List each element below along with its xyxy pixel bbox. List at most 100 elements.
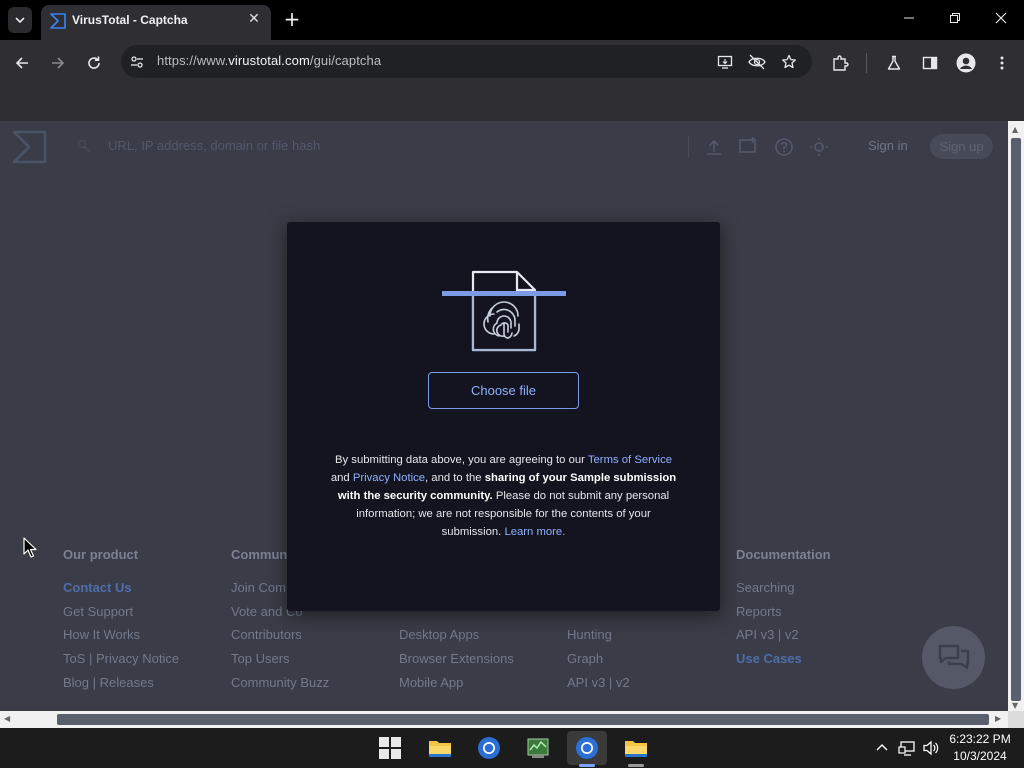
chrome-icon[interactable] — [477, 736, 501, 760]
clock-time: 6:23:22 PM — [949, 732, 1011, 746]
footer-link-desktop-apps[interactable]: Desktop Apps — [399, 626, 514, 650]
footer-heading: Documentation — [736, 547, 831, 562]
footer-link-tos[interactable]: ToS | Privacy Notice — [63, 650, 179, 674]
address-bar[interactable]: https://www.virustotal.com/gui/captcha — [121, 45, 812, 78]
file-explorer-icon[interactable] — [428, 736, 452, 760]
virustotal-favicon-icon — [50, 13, 66, 29]
windows-start-icon[interactable] — [379, 737, 401, 759]
upload-icon[interactable] — [703, 136, 725, 158]
footer-link-hunting[interactable]: Hunting — [567, 626, 630, 650]
footer-link-community-buzz[interactable]: Community Buzz — [231, 674, 329, 698]
install-app-icon[interactable] — [715, 52, 735, 72]
horizontal-scroll-thumb[interactable] — [57, 714, 989, 725]
search-icon: 🔍︎ — [76, 139, 92, 153]
footer-link-api-docs[interactable]: API v3 | v2 — [736, 626, 831, 650]
active-indicator — [579, 764, 595, 767]
footer-link-graph[interactable]: Graph — [567, 650, 630, 674]
search-input[interactable]: URL, IP address, domain or file hash — [108, 138, 320, 153]
back-button[interactable] — [10, 51, 34, 75]
network-icon[interactable] — [898, 740, 916, 756]
horizontal-scrollbar[interactable]: ◀ ▶ — [0, 711, 1008, 728]
learn-more-link[interactable]: Learn more. — [504, 526, 565, 538]
volume-icon[interactable] — [922, 740, 940, 756]
side-panel-button[interactable] — [918, 51, 942, 75]
footer-link-how-it-works[interactable]: How It Works — [63, 626, 179, 650]
tab-bar: VirusTotal - Captcha ✕ + — [0, 0, 1024, 40]
scroll-up-icon[interactable]: ▲ — [1012, 125, 1018, 134]
browser-toolbar: https://www.virustotal.com/gui/captcha — [0, 40, 1024, 86]
footer-link-get-support[interactable]: Get Support — [63, 603, 179, 627]
terms-of-service-link[interactable]: Terms of Service — [588, 454, 672, 466]
side-panel-icon — [922, 56, 938, 70]
sign-in-link[interactable]: Sign in — [868, 138, 908, 153]
footer-link-reports[interactable]: Reports — [736, 603, 831, 627]
chrome-active-icon[interactable] — [575, 736, 599, 760]
vertical-scrollbar[interactable]: ▲ ▼ — [1008, 121, 1024, 711]
footer-heading: Our product — [63, 547, 139, 562]
site-info-icon[interactable] — [127, 52, 147, 72]
chat-icon — [938, 644, 969, 669]
tab-search-button[interactable] — [8, 7, 32, 33]
restore-button[interactable] — [932, 6, 978, 34]
scroll-right-icon[interactable]: ▶ — [995, 714, 1001, 723]
footer-link-mobile-app[interactable]: Mobile App — [399, 674, 514, 698]
screen-search-icon[interactable] — [738, 136, 760, 158]
chevron-down-icon — [15, 17, 25, 24]
scroll-left-icon[interactable]: ◀ — [4, 714, 10, 723]
labs-button[interactable] — [882, 51, 906, 75]
minimize-button[interactable] — [886, 6, 932, 34]
tracking-protection-icon[interactable] — [747, 52, 767, 72]
active-tab[interactable]: VirusTotal - Captcha ✕ — [41, 5, 271, 40]
virustotal-logo-icon[interactable] — [12, 129, 48, 165]
arrow-right-icon — [52, 57, 65, 69]
choose-file-button[interactable]: Choose file — [428, 372, 579, 409]
footer-link-api[interactable]: API v3 | v2 — [567, 674, 630, 698]
theme-toggle-icon[interactable] — [808, 136, 830, 158]
star-icon[interactable] — [779, 52, 799, 72]
task-manager-icon[interactable] — [526, 736, 550, 760]
reload-icon — [88, 56, 100, 69]
flask-icon — [887, 55, 901, 70]
bookmark-bar — [0, 86, 1024, 121]
help-icon[interactable] — [773, 136, 795, 158]
privacy-notice-link[interactable]: Privacy Notice — [353, 472, 425, 484]
tab-close-icon[interactable]: ✕ — [245, 10, 263, 28]
puzzle-icon — [833, 55, 849, 71]
folder-icon[interactable] — [624, 736, 648, 760]
footer-column-our-product: Our product Contact Us Get Support How I… — [63, 547, 179, 697]
profile-button[interactable] — [954, 51, 978, 75]
kebab-menu-icon — [1000, 56, 1004, 70]
windows-taskbar: 6:23:22 PM 10/3/2024 — [0, 728, 1024, 768]
mouse-cursor-icon — [23, 537, 37, 558]
scrollbar-corner — [1008, 711, 1024, 728]
avatar-icon — [956, 53, 976, 73]
footer-link-contributors[interactable]: Contributors — [231, 626, 329, 650]
chevron-up-icon[interactable] — [876, 742, 888, 752]
restore-icon — [950, 13, 960, 23]
footer-link-use-cases[interactable]: Use Cases — [736, 650, 831, 674]
arrow-left-icon — [15, 57, 28, 69]
footer-link-contact-us[interactable]: Contact Us — [63, 579, 179, 603]
reload-button[interactable] — [82, 51, 106, 75]
vertical-scroll-thumb[interactable] — [1011, 138, 1021, 701]
tab-title: VirusTotal - Captcha — [72, 13, 188, 27]
extensions-button[interactable] — [828, 51, 852, 75]
captcha-upload-dialog: Choose file By submitting data above, yo… — [287, 222, 720, 611]
fingerprint-file-icon — [442, 270, 566, 352]
footer-link-browser-extensions[interactable]: Browser Extensions — [399, 650, 514, 674]
footer-link-searching[interactable]: Searching — [736, 579, 831, 603]
search-divider — [688, 136, 689, 158]
system-clock[interactable]: 6:23:22 PM 10/3/2024 — [940, 731, 1020, 765]
footer-link-top-users[interactable]: Top Users — [231, 650, 329, 674]
toolbar-divider — [866, 53, 867, 73]
footer-link-blog[interactable]: Blog | Releases — [63, 674, 179, 698]
scroll-down-icon[interactable]: ▼ — [1012, 701, 1018, 710]
close-window-button[interactable] — [978, 6, 1024, 34]
close-icon — [995, 12, 1007, 24]
chat-button[interactable] — [922, 626, 985, 689]
forward-button[interactable] — [46, 51, 70, 75]
open-indicator — [628, 764, 644, 767]
new-tab-button[interactable]: + — [282, 8, 302, 32]
menu-button[interactable] — [990, 51, 1014, 75]
sign-up-button[interactable]: Sign up — [930, 134, 993, 159]
